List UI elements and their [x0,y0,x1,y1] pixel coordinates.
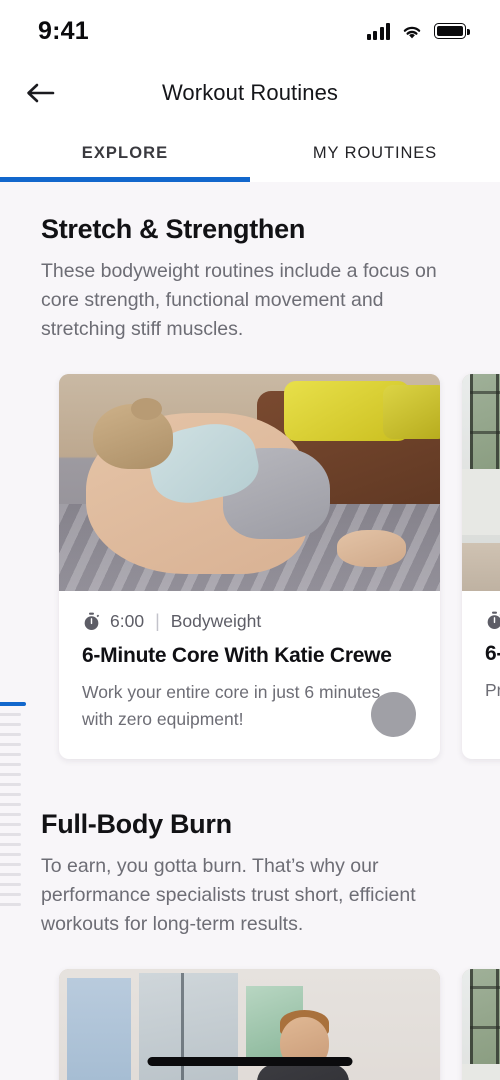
card-carousel-stretch[interactable]: 6:00 | Bodyweight 6-Minute Core With Kat… [0,344,500,759]
cellular-signal-icon [366,22,390,40]
stopwatch-icon [487,611,500,629]
peek-line [0,823,21,826]
tab-my-routines[interactable]: MY ROUTINES [250,124,500,182]
left-edge-peek-strip [0,702,26,906]
workout-card[interactable]: 6:00 | Bodyweight 6-Minute Core With Kat… [59,374,440,759]
home-indicator-bar [147,1057,353,1066]
section-title: Stretch & Strengthen [41,214,306,244]
workout-thumbnail [59,374,440,591]
workout-equipment: Bodyweight [170,611,262,631]
workout-thumbnail [462,969,500,1080]
peek-line [0,713,21,716]
peek-line [0,803,21,806]
peek-line [0,903,21,906]
tab-bar: EXPLORE MY ROUTINES [0,124,500,182]
peek-line [0,883,21,886]
app-header: Workout Routines [0,62,500,124]
back-arrow-icon [27,83,55,103]
meta-separator: | [155,611,160,631]
workout-card-body: 6:00 | Bodyweight 6-Minute Core With Kat… [59,591,440,759]
battery-full-icon [434,23,470,39]
peek-accent-bar [0,702,26,706]
status-time: 9:41 [38,16,89,45]
section-title: Full-Body Burn [41,809,232,839]
workout-card[interactable]: 6- Pr jus [462,374,500,759]
section-stretch-strengthen: Stretch & Strengthen These bodyweight ro… [0,182,500,344]
status-icons [366,22,470,40]
workout-thumbnail [462,374,500,591]
peek-line [0,833,21,836]
stopwatch-icon [84,612,100,630]
workout-title: 6-Minute Core With Katie Crewe [82,644,392,667]
tab-explore[interactable]: EXPLORE [0,124,250,182]
workout-description: Pr jus [485,680,500,700]
back-button[interactable] [18,71,62,115]
workout-description: Work your entire core in just 6 minutes … [82,682,381,729]
peek-line [0,733,21,736]
phone-screen: 9:41 Workout Routines EXPLORE MY ROUTINE… [0,0,500,1080]
peek-line [0,773,21,776]
peek-line [0,893,21,896]
peek-line [0,753,21,756]
peek-line [0,853,21,856]
explore-content[interactable]: Stretch & Strengthen These bodyweight ro… [0,182,500,1080]
peek-line [0,783,21,786]
section-description: These bodyweight routines include a focu… [41,260,437,340]
peek-line [0,763,21,766]
section-description: To earn, you gotta burn. That’s why our … [41,855,416,935]
peek-line [0,863,21,866]
peek-line [0,723,21,726]
status-bar: 9:41 [0,0,500,62]
page-title: Workout Routines [161,80,339,105]
trainer-avatar[interactable] [371,692,416,737]
workout-duration: 6:00 [110,611,145,631]
workout-meta: 6:00 | Bodyweight [82,611,417,632]
peek-line [0,873,21,876]
peek-line [0,843,21,846]
peek-line [0,793,21,796]
section-full-body-burn: Full-Body Burn To earn, you gotta burn. … [0,777,500,939]
workout-card[interactable] [462,969,500,1080]
peek-line [0,813,21,816]
workout-title: 6- [485,642,500,665]
workout-card-body: 6- Pr jus [462,591,500,730]
workout-meta [485,611,500,630]
wifi-icon [403,26,421,38]
peek-line [0,743,21,746]
